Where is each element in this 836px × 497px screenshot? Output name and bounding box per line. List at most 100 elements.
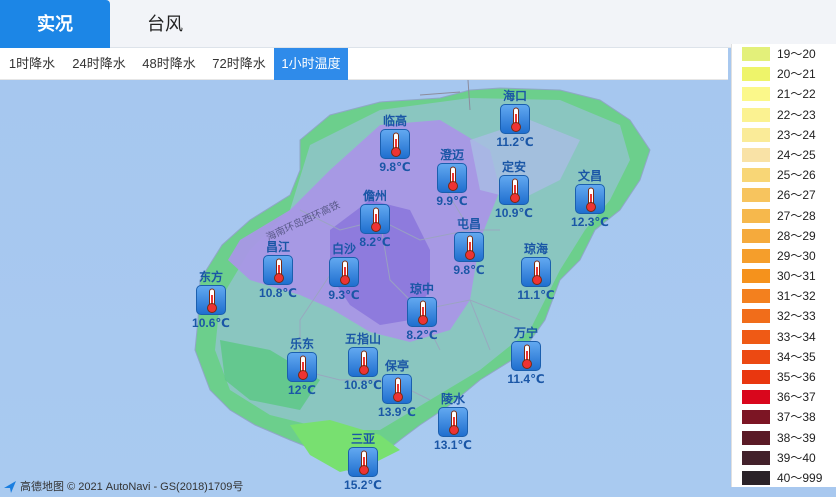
- thermometer-icon: [287, 352, 317, 382]
- legend-item: 32～33: [732, 306, 836, 326]
- tab-typhoon[interactable]: 台风: [110, 0, 220, 48]
- station-danzhou[interactable]: 儋州 8.2℃: [340, 189, 410, 250]
- legend-swatch: [742, 430, 770, 445]
- legend-swatch: [742, 188, 770, 203]
- legend-swatch: [742, 208, 770, 223]
- legend-label: 27～28: [777, 208, 816, 223]
- legend-swatch: [742, 370, 770, 384]
- station-wanning[interactable]: 万宁 11.4℃: [491, 326, 561, 387]
- tab-1h-precip[interactable]: 1时降水: [0, 48, 64, 80]
- map-canvas[interactable]: 海南环岛西环高铁 海口 11.2℃ 临高 9.8℃ 澄迈 9.9℃ 定安 10.…: [0, 80, 730, 497]
- legend-label: 28～29: [777, 228, 816, 243]
- station-changjiang[interactable]: 昌江 10.8℃: [243, 240, 313, 301]
- thermometer-icon: [380, 129, 410, 159]
- station-name: 儋州: [362, 189, 387, 203]
- thermometer-icon: [521, 257, 551, 287]
- station-wenchang[interactable]: 文昌 12.3℃: [555, 169, 625, 230]
- station-dongfang[interactable]: 东方 10.6℃: [176, 270, 246, 331]
- legend-swatch: [742, 248, 770, 263]
- legend-item: 36～37: [732, 387, 836, 407]
- tab-observation[interactable]: 实况: [0, 0, 110, 48]
- legend-label: 26～27: [777, 188, 816, 203]
- legend-swatch: [742, 410, 770, 425]
- tab-24h-precip[interactable]: 24时降水: [64, 48, 134, 80]
- station-lingshui[interactable]: 陵水 13.1℃: [418, 392, 488, 453]
- thermometer-icon: [348, 447, 378, 477]
- legend-label: 38～39: [777, 430, 816, 445]
- legend-swatch: [742, 309, 770, 324]
- legend-swatch: [742, 450, 770, 465]
- legend-swatch: [742, 168, 770, 183]
- legend-item: 25～26: [732, 165, 836, 185]
- legend-label: 25～26: [777, 168, 816, 183]
- legend-label: 39～40: [777, 450, 816, 465]
- legend-label: 32～33: [777, 309, 816, 324]
- station-temp: 12.3℃: [571, 215, 609, 229]
- station-qionghai[interactable]: 琼海 11.1℃: [501, 242, 571, 303]
- thermometer-icon: [438, 407, 468, 437]
- legend-item: 35～36: [732, 367, 836, 387]
- station-name: 海口: [502, 89, 527, 103]
- legend-swatch: [742, 470, 770, 485]
- thermometer-icon: [329, 257, 359, 287]
- legend-label: 37～38: [777, 410, 816, 425]
- station-name: 临高: [382, 114, 407, 128]
- legend-item: 29～30: [732, 246, 836, 266]
- thermometer-icon: [360, 204, 390, 234]
- legend-swatch: [742, 289, 770, 304]
- thermometer-icon: [499, 175, 529, 205]
- legend-label: 35～36: [777, 370, 816, 384]
- station-temp: 10.8℃: [259, 286, 297, 300]
- temperature-legend: 19～20 20～21 21～22 22～23 23～24 24～25 25～2…: [731, 44, 836, 487]
- station-haikou[interactable]: 海口 11.2℃: [480, 89, 550, 150]
- thermometer-icon: [196, 285, 226, 315]
- station-dingan[interactable]: 定安 10.9℃: [479, 160, 549, 221]
- legend-label: 23～24: [777, 127, 816, 142]
- legend-item: 27～28: [732, 206, 836, 226]
- legend-item: 19～20: [732, 44, 836, 64]
- legend-label: 29～30: [777, 248, 816, 263]
- station-name: 定安: [501, 160, 526, 174]
- tab-48h-precip[interactable]: 48时降水: [134, 48, 204, 80]
- legend-item: 34～35: [732, 347, 836, 367]
- station-name: 昌江: [265, 240, 290, 254]
- legend-item: 23～24: [732, 125, 836, 145]
- legend-item: 40～999: [732, 468, 836, 488]
- thermometer-icon: [511, 341, 541, 371]
- legend-item: 31～32: [732, 286, 836, 306]
- thermometer-icon: [382, 374, 412, 404]
- station-sanya[interactable]: 三亚 15.2℃: [328, 432, 398, 493]
- legend-label: 20～21: [777, 67, 816, 82]
- station-name: 三亚: [350, 432, 375, 446]
- amap-logo-text: 高德地图: [20, 481, 64, 493]
- station-name: 屯昌: [456, 217, 481, 231]
- legend-label: 36～37: [777, 390, 816, 405]
- station-name: 琼海: [523, 242, 548, 256]
- legend-swatch: [742, 47, 770, 61]
- station-baisha[interactable]: 白沙 9.3℃: [309, 242, 379, 303]
- station-name: 乐东: [289, 337, 314, 351]
- station-temp: 9.3℃: [328, 288, 360, 302]
- amap-logo-icon: [2, 479, 18, 495]
- station-name: 保亭: [384, 359, 409, 373]
- station-temp: 9.9℃: [436, 194, 468, 208]
- legend-label: 34～35: [777, 349, 816, 364]
- attribution-text: © 2021 AutoNavi - GS(2018)1709号: [67, 481, 244, 493]
- legend-swatch: [742, 107, 770, 122]
- tab-1h-temperature[interactable]: 1小时温度: [274, 48, 348, 80]
- station-ledong[interactable]: 乐东 12℃: [267, 337, 337, 398]
- station-tunchang[interactable]: 屯昌 9.8℃: [434, 217, 504, 278]
- station-chengmai[interactable]: 澄迈 9.9℃: [417, 148, 487, 209]
- thermometer-icon: [263, 255, 293, 285]
- station-temp: 11.4℃: [507, 372, 545, 386]
- thermometer-icon: [437, 163, 467, 193]
- station-temp: 15.2℃: [344, 478, 382, 492]
- station-temp: 12℃: [288, 383, 316, 397]
- station-name: 白沙: [331, 242, 356, 256]
- legend-label: 33～34: [777, 329, 816, 344]
- station-name: 陵水: [440, 392, 465, 406]
- legend-item: 26～27: [732, 185, 836, 205]
- legend-label: 24～25: [777, 147, 816, 162]
- tab-72h-precip[interactable]: 72时降水: [204, 48, 274, 80]
- legend-label: 31～32: [777, 289, 816, 304]
